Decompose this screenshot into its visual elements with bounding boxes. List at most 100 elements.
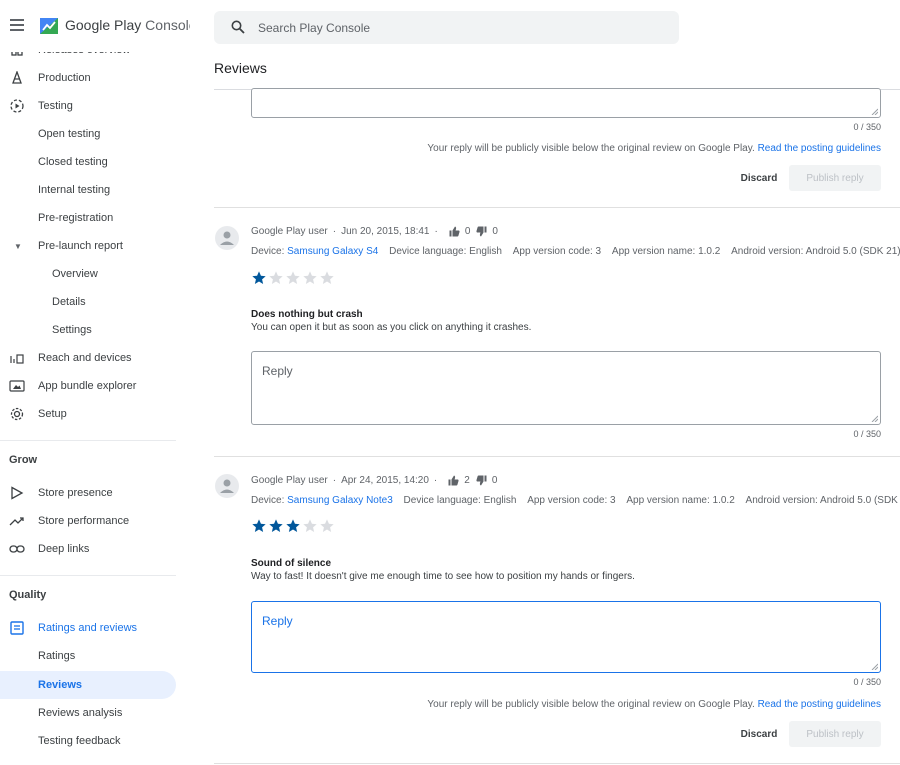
nav-label: Pre-launch report <box>38 240 123 252</box>
nav-ratings[interactable]: Ratings <box>0 642 176 670</box>
nav-label: Settings <box>52 324 92 336</box>
android-version: Android version: Android 5.0 (SDK 21) <box>745 495 900 506</box>
dislike-count: 0 <box>476 226 498 237</box>
nav-production[interactable]: Production <box>0 64 176 92</box>
star-empty-icon <box>269 271 283 284</box>
reply-char-counter: 0 / 350 <box>853 429 881 439</box>
reply-textarea[interactable]: Reply <box>251 601 881 673</box>
nav-details[interactable]: Details <box>0 288 176 316</box>
device-link[interactable]: Samsung Galaxy Note3 <box>287 495 393 506</box>
star-empty-icon <box>303 271 317 284</box>
nav-testing-feedback[interactable]: Testing feedback <box>0 727 176 755</box>
star-empty-icon <box>303 519 317 532</box>
production-icon <box>9 70 25 86</box>
reply-placeholder: Reply <box>262 614 293 628</box>
dislike-count: 0 <box>476 475 497 486</box>
search-input[interactable] <box>258 11 658 44</box>
nav-label: Reach and devices <box>38 352 132 364</box>
caret-down-icon: ▼ <box>14 241 22 251</box>
nav-setup[interactable]: Setup <box>0 400 176 428</box>
reply-char-counter: 0 / 350 <box>853 677 881 687</box>
reply-textarea[interactable] <box>251 88 881 118</box>
search-bar[interactable] <box>214 11 679 44</box>
star-empty-icon <box>320 271 334 284</box>
app-version-name: App version name: 1.0.2 <box>626 495 735 506</box>
like-count-value: 0 <box>464 226 471 237</box>
discard-button[interactable]: Discard <box>731 721 787 747</box>
reply-notice-text: Your reply will be publicly visible belo… <box>427 699 755 710</box>
publish-reply-button[interactable]: Publish reply <box>789 165 881 191</box>
nav-label: Production <box>38 72 91 84</box>
nav-open-testing[interactable]: Open testing <box>0 120 176 148</box>
nav-section-grow: Grow <box>9 454 38 466</box>
discard-button[interactable]: Discard <box>731 165 787 191</box>
review-date: Jun 20, 2015, 18:41 <box>341 226 430 237</box>
nav-settings[interactable]: Settings <box>0 316 176 344</box>
testing-icon <box>9 98 25 114</box>
review-meta: Google Play user · Apr 24, 2015, 14:20 ·… <box>251 475 497 486</box>
nav-divider <box>0 575 176 576</box>
menu-icon[interactable] <box>10 19 24 31</box>
review-text: You can open it but as soon as you click… <box>251 322 532 333</box>
star-filled-icon <box>252 271 266 284</box>
nav-pre-launch-report[interactable]: ▼ Pre-launch report <box>0 232 176 260</box>
review-user: Google Play user <box>251 226 328 237</box>
meta-separator: · <box>332 475 337 486</box>
device-language: Device language: English <box>389 246 502 257</box>
nav-label: Details <box>52 296 86 308</box>
nav-internal-testing[interactable]: Internal testing <box>0 176 176 204</box>
nav-label: Setup <box>38 408 67 420</box>
nav-label: Reviews analysis <box>38 707 123 719</box>
app-root: Releases overview Production Testing Ope… <box>0 0 900 765</box>
nav-reach-and-devices[interactable]: Reach and devices <box>0 344 176 372</box>
nav-label: Overview <box>52 268 98 280</box>
publish-reply-button[interactable]: Publish reply <box>789 721 881 747</box>
nav-label: Testing feedback <box>38 735 121 747</box>
thumb-up-icon <box>449 226 460 237</box>
meta-separator: · <box>434 226 438 237</box>
review-date: Apr 24, 2015, 14:20 <box>341 475 429 486</box>
nav-label: Ratings and reviews <box>38 622 138 634</box>
resize-grip-icon[interactable] <box>871 415 878 422</box>
nav-deep-links[interactable]: Deep links <box>0 535 176 563</box>
review-meta: Google Play user · Jun 20, 2015, 18:41 ·… <box>251 226 498 237</box>
nav-testing[interactable]: Testing <box>0 92 176 120</box>
page-title: Reviews <box>214 60 267 76</box>
device-label: Device: <box>251 495 285 506</box>
nav-label: Store presence <box>38 487 113 499</box>
nav-overview[interactable]: Overview <box>0 260 176 288</box>
posting-guidelines-link[interactable]: Read the posting guidelines <box>758 699 881 710</box>
reply-notice-text: Your reply will be publicly visible belo… <box>427 143 755 154</box>
trending-icon <box>9 513 25 529</box>
nav-ratings-and-reviews[interactable]: Ratings and reviews <box>0 614 176 642</box>
star-rating <box>251 518 336 534</box>
resize-grip-icon[interactable] <box>871 108 878 115</box>
nav-reviews-analysis[interactable]: Reviews analysis <box>0 699 176 727</box>
reviews-icon <box>9 620 25 636</box>
nav-store-performance[interactable]: Store performance <box>0 507 176 535</box>
avatar <box>215 474 239 498</box>
nav-label: Internal testing <box>38 184 111 196</box>
nav-app-bundle-explorer[interactable]: App bundle explorer <box>0 372 176 400</box>
nav-closed-testing[interactable]: Closed testing <box>0 148 176 176</box>
bar-chart-icon <box>9 350 25 366</box>
gear-icon <box>9 406 25 422</box>
nav-label: Pre-registration <box>38 212 114 224</box>
nav-label: App bundle explorer <box>38 380 137 392</box>
nav-reviews[interactable]: Reviews <box>0 671 176 699</box>
review-divider <box>214 207 900 208</box>
review-user: Google Play user <box>251 475 328 486</box>
reply-textarea[interactable]: Reply <box>251 351 881 425</box>
nav-pre-registration[interactable]: Pre-registration <box>0 204 176 232</box>
resize-grip-icon[interactable] <box>871 663 878 670</box>
posting-guidelines-link[interactable]: Read the posting guidelines <box>758 143 881 154</box>
meta-separator: · <box>433 475 438 486</box>
device-link[interactable]: Samsung Galaxy S4 <box>287 246 378 257</box>
nav-store-presence[interactable]: Store presence <box>0 479 176 507</box>
left-nav: Releases overview Production Testing Ope… <box>0 0 190 765</box>
like-count: 0 <box>449 226 471 237</box>
nav-label: Store performance <box>38 515 130 527</box>
app-version-name: App version name: 1.0.2 <box>611 246 721 257</box>
review-device-info: Device: Samsung Galaxy S4 Device languag… <box>251 246 900 257</box>
android-version: Android version: Android 5.0 (SDK 21) <box>731 246 900 257</box>
